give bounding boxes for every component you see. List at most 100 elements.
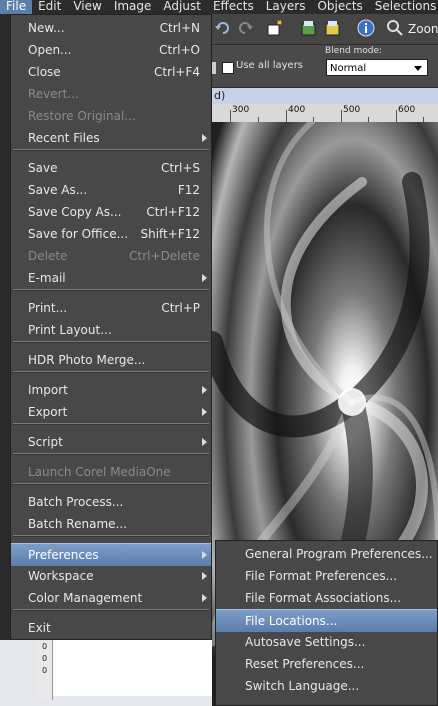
file-menu-item-save-copy-as[interactable]: Save Copy As... Ctrl+F12 [11, 201, 211, 223]
menu-layers[interactable]: Layers [260, 0, 312, 14]
vertical-ruler: 0 0 0 [36, 640, 53, 700]
file-menu-item-color-management[interactable]: Color Management [11, 587, 211, 609]
upload-icon[interactable] [324, 19, 342, 37]
horizontal-ruler: 300 400 500 600 [212, 104, 438, 123]
zoom-icon[interactable] [386, 19, 404, 37]
vruler-label: 0 [42, 654, 48, 663]
file-menu-item-recent-files[interactable]: Recent Files [11, 127, 211, 149]
menu-bar: File Edit View Image Adjust Effects Laye… [0, 0, 438, 14]
submenu-arrow-icon [202, 408, 207, 416]
menu-item-label: Batch Process... [28, 495, 124, 509]
menu-item-shortcut: Ctrl+Delete [129, 249, 200, 263]
pref-item-file-format-associations[interactable]: File Format Associations... [216, 587, 437, 609]
ruler-tick [341, 110, 342, 122]
menu-item-label: Color Management [28, 591, 143, 605]
file-menu-item-script[interactable]: Script [11, 431, 211, 453]
info-icon[interactable] [357, 19, 375, 37]
menu-item-label: File Format Associations... [245, 591, 402, 605]
file-menu-item-save[interactable]: Save Ctrl+S [11, 157, 211, 179]
menu-separator [13, 609, 209, 611]
ruler-tick [230, 110, 231, 122]
menu-objects[interactable]: Objects [311, 0, 368, 14]
menu-item-label: Save for Office... [28, 227, 129, 241]
ruler-label: 500 [343, 105, 361, 115]
file-menu-item-batch-rename[interactable]: Batch Rename... [11, 513, 211, 535]
ruler-label: 400 [288, 105, 306, 115]
submenu-arrow-icon [202, 438, 207, 446]
menu-file[interactable]: File [0, 0, 33, 14]
menu-separator [13, 289, 209, 291]
file-menu-item-exit[interactable]: Exit [11, 617, 211, 639]
document-tab[interactable]: d) [212, 88, 438, 104]
file-menu-item-hdr-photo-merge[interactable]: HDR Photo Merge... [11, 349, 211, 371]
menu-item-label: Exit [28, 621, 51, 635]
new-layer-icon[interactable] [266, 19, 284, 37]
file-menu-item-revert: Revert... [11, 83, 211, 105]
menu-selections[interactable]: Selections [369, 0, 438, 14]
file-menu-item-export[interactable]: Export [11, 401, 211, 423]
partial-control[interactable] [212, 62, 216, 74]
menu-view[interactable]: View [67, 0, 107, 14]
menu-item-label: Close [28, 65, 61, 79]
file-menu-item-save-as[interactable]: Save As... F12 [11, 179, 211, 201]
menu-item-label: File Locations... [245, 614, 338, 628]
file-menu-item-save-for-office[interactable]: Save for Office... Shift+F12 [11, 223, 211, 245]
file-menu-item-open[interactable]: Open... Ctrl+O [11, 39, 211, 61]
menu-separator [13, 423, 209, 425]
menu-item-shortcut: Ctrl+O [159, 43, 200, 57]
file-menu-item-batch-process[interactable]: Batch Process... [11, 491, 211, 513]
menu-item-label: Switch Language... [245, 679, 360, 693]
redo-icon[interactable] [236, 19, 254, 37]
pref-item-file-format-preferences[interactable]: File Format Preferences... [216, 565, 437, 587]
menu-item-shortcut: Ctrl+P [161, 301, 200, 315]
menu-edit[interactable]: Edit [32, 0, 67, 14]
menu-item-label: Save As... [28, 183, 88, 197]
blend-mode-select[interactable]: Normal [326, 59, 428, 76]
menu-separator [13, 341, 209, 343]
menu-item-shortcut: Ctrl+F12 [146, 205, 200, 219]
menu-item-label: HDR Photo Merge... [28, 353, 146, 367]
submenu-arrow-icon [202, 572, 207, 580]
menu-item-label: Restore Original... [28, 109, 136, 123]
file-menu: New... Ctrl+N Open... Ctrl+O Close Ctrl+F4 Rev… [10, 14, 212, 640]
submenu-arrow-icon [202, 594, 207, 602]
pref-item-autosave-settings[interactable]: Autosave Settings... [216, 631, 437, 653]
pref-item-general-program-preferences[interactable]: General Program Preferences... [216, 543, 437, 565]
submenu-arrow-icon [202, 134, 207, 142]
menu-item-shortcut: F12 [177, 183, 200, 197]
file-menu-item-new[interactable]: New... Ctrl+N [11, 17, 211, 39]
menu-item-label: Preferences [28, 548, 99, 562]
undo-icon[interactable] [214, 19, 232, 37]
menu-item-label: Export [28, 405, 68, 419]
submenu-arrow-icon [202, 274, 207, 282]
menu-item-label: Workspace [28, 569, 94, 583]
file-menu-item-import[interactable]: Import [11, 379, 211, 401]
menu-item-label: Import [28, 383, 68, 397]
file-menu-item-e-mail[interactable]: E-mail [11, 267, 211, 289]
menu-item-label: E-mail [28, 271, 66, 285]
ruler-label: 600 [398, 105, 416, 115]
zoom-label[interactable]: Zoon [408, 22, 438, 36]
menu-adjust[interactable]: Adjust [157, 0, 207, 14]
pref-item-file-locations[interactable]: File Locations... [216, 609, 437, 632]
file-menu-item-preferences[interactable]: Preferences [11, 543, 211, 566]
file-menu-item-restore-original: Restore Original... [11, 105, 211, 127]
file-menu-item-print-layout[interactable]: Print Layout... [11, 319, 211, 341]
menu-item-label: Recent Files [28, 131, 100, 145]
file-menu-item-print[interactable]: Print... Ctrl+P [11, 297, 211, 319]
menu-image[interactable]: Image [108, 0, 158, 14]
share-icon[interactable] [300, 19, 318, 37]
menu-item-shortcut: Ctrl+N [159, 21, 200, 35]
menu-effects[interactable]: Effects [207, 0, 260, 14]
file-menu-item-workspace[interactable]: Workspace [11, 565, 211, 587]
pref-item-switch-language[interactable]: Switch Language... [216, 675, 437, 697]
ruler-label: 300 [232, 105, 250, 115]
pref-item-reset-preferences[interactable]: Reset Preferences... [216, 653, 437, 675]
file-menu-item-close[interactable]: Close Ctrl+F4 [11, 61, 211, 83]
use-all-layers-checkbox[interactable] [222, 62, 234, 74]
menu-item-label: New... [28, 21, 65, 35]
menu-item-label: Print Layout... [28, 323, 112, 337]
use-all-layers-label: Use all layers [236, 60, 304, 71]
menu-separator [13, 371, 209, 373]
submenu-arrow-icon [202, 551, 207, 559]
